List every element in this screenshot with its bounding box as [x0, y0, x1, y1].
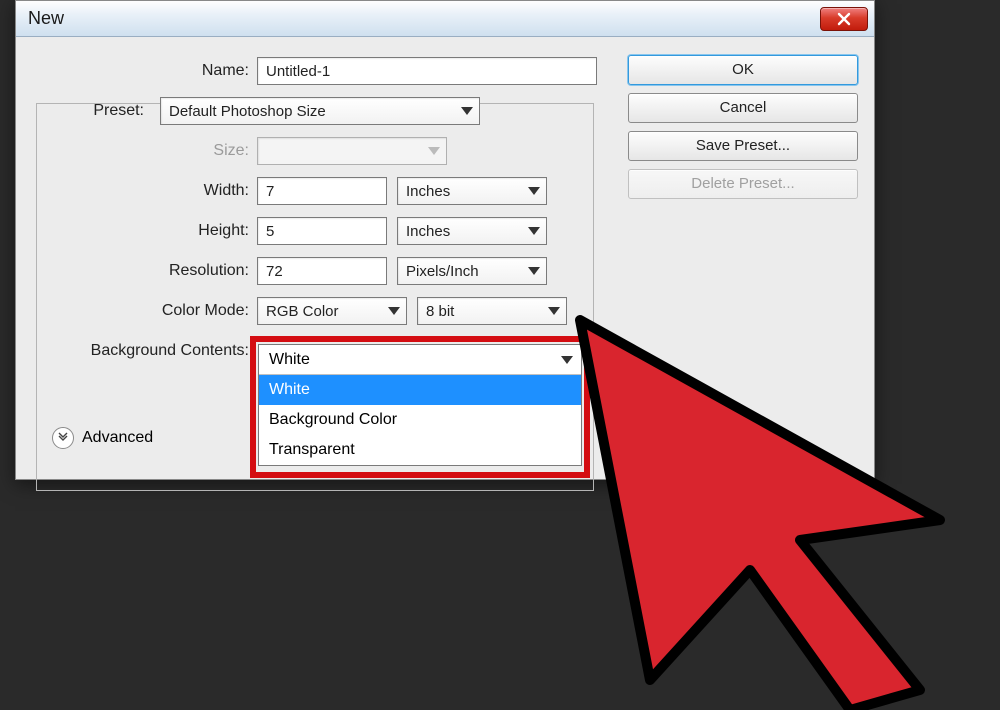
- name-label: Name:: [32, 62, 257, 80]
- height-label: Height:: [32, 222, 257, 240]
- preset-value: Default Photoshop Size: [169, 103, 326, 120]
- resolution-unit-select[interactable]: Pixels/Inch: [397, 257, 547, 285]
- chevron-down-icon: [528, 267, 540, 275]
- height-input[interactable]: [257, 217, 387, 245]
- bg-contents-label: Background Contents:: [32, 342, 257, 360]
- width-label: Width:: [32, 182, 257, 200]
- width-input[interactable]: [257, 177, 387, 205]
- resolution-label: Resolution:: [32, 262, 257, 280]
- chevron-down-icon: [461, 107, 473, 115]
- bg-contents-dropdown[interactable]: White White Background Color Transparent: [258, 344, 582, 466]
- chevron-down-icon: [528, 187, 540, 195]
- chevron-expand-icon: [52, 427, 74, 449]
- width-unit-select[interactable]: Inches: [397, 177, 547, 205]
- width-unit-value: Inches: [406, 183, 450, 200]
- color-mode-label: Color Mode:: [32, 302, 257, 320]
- size-select: [257, 137, 447, 165]
- dialog-title: New: [28, 8, 64, 29]
- height-unit-value: Inches: [406, 223, 450, 240]
- bg-option-background-color[interactable]: Background Color: [259, 405, 581, 435]
- bg-option-transparent[interactable]: Transparent: [259, 435, 581, 465]
- bit-depth-value: 8 bit: [426, 303, 454, 320]
- chevron-down-icon: [528, 227, 540, 235]
- save-preset-button[interactable]: Save Preset...: [628, 131, 858, 161]
- annotation-cursor-icon: [540, 290, 980, 710]
- chevron-down-icon: [388, 307, 400, 315]
- color-mode-select[interactable]: RGB Color: [257, 297, 407, 325]
- close-button[interactable]: [820, 7, 868, 31]
- name-input[interactable]: [257, 57, 597, 85]
- advanced-label: Advanced: [82, 429, 153, 447]
- preset-select[interactable]: Default Photoshop Size: [160, 97, 480, 125]
- bg-option-white[interactable]: White: [259, 375, 581, 405]
- preset-label: Preset:: [32, 102, 152, 120]
- titlebar[interactable]: New: [16, 1, 874, 37]
- chevron-down-icon: [428, 147, 440, 155]
- size-label: Size:: [32, 142, 257, 160]
- resolution-input[interactable]: [257, 257, 387, 285]
- resolution-unit-value: Pixels/Inch: [406, 263, 479, 280]
- close-icon: [837, 12, 851, 26]
- advanced-toggle[interactable]: Advanced: [46, 427, 159, 449]
- bg-contents-value: White: [269, 351, 310, 369]
- cancel-button[interactable]: Cancel: [628, 93, 858, 123]
- ok-button[interactable]: OK: [628, 55, 858, 85]
- color-mode-value: RGB Color: [266, 303, 339, 320]
- bg-contents-select[interactable]: White: [259, 345, 581, 375]
- height-unit-select[interactable]: Inches: [397, 217, 547, 245]
- delete-preset-button: Delete Preset...: [628, 169, 858, 199]
